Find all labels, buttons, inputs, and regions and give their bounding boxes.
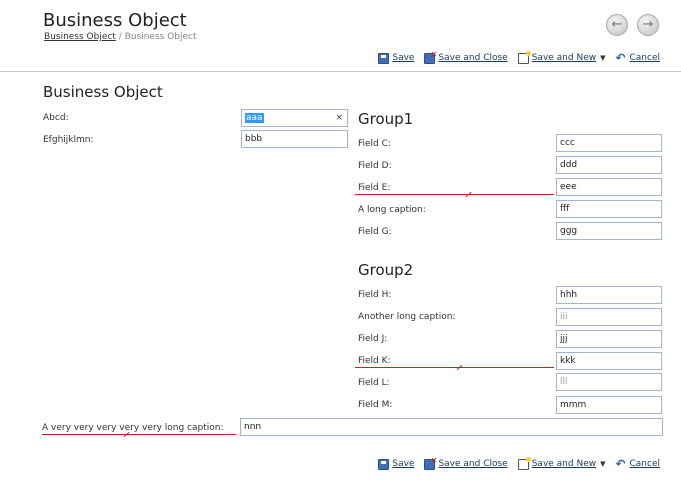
- field-label: Field H:: [358, 290, 392, 300]
- clear-icon[interactable]: ×: [335, 110, 343, 126]
- validation-underline: [355, 194, 554, 195]
- field-l-input[interactable]: lll: [556, 373, 662, 391]
- floppy-disk-icon: [378, 458, 390, 470]
- field-j-input[interactable]: jjj: [556, 330, 662, 348]
- bottom-toolbar: Save Save and Close Save and New ▼ ↶ Can…: [378, 456, 661, 471]
- header-divider: [0, 71, 681, 72]
- save-and-new-button[interactable]: Save and New: [517, 456, 596, 470]
- page-title: Business Object: [43, 10, 187, 31]
- save-button[interactable]: Save: [378, 52, 414, 64]
- arrow-right-circle-icon[interactable]: →: [637, 14, 659, 36]
- long-caption-input[interactable]: fff: [556, 200, 662, 218]
- field-label: A very very very very very long caption:: [42, 423, 224, 433]
- another-long-caption-input[interactable]: iii: [556, 308, 662, 326]
- field-d-input[interactable]: ddd: [556, 156, 662, 174]
- field-label: Field M:: [358, 400, 393, 410]
- field-label: Field J:: [358, 334, 388, 344]
- field-label: A long caption:: [358, 205, 426, 215]
- field-label: Efghijklmn:: [43, 135, 94, 145]
- validation-underline: [42, 434, 236, 435]
- save-and-close-button[interactable]: Save and Close: [424, 456, 508, 470]
- field-g-input[interactable]: ggg: [556, 222, 662, 240]
- field-label: Field D:: [358, 161, 392, 171]
- field-m-input[interactable]: mmm: [556, 396, 662, 414]
- field-label: Abcd:: [43, 113, 69, 123]
- breadcrumb: Business Object / Business Object: [44, 32, 197, 42]
- cancel-button[interactable]: ↶ Cancel: [615, 456, 661, 471]
- field-label: Field K:: [358, 356, 391, 366]
- field-e-input[interactable]: eee: [556, 178, 662, 196]
- arrow-left-circle-icon[interactable]: ←: [606, 14, 628, 36]
- save-close-icon: [424, 50, 437, 64]
- section-title: Business Object: [43, 83, 163, 101]
- cancel-button[interactable]: ↶ Cancel: [615, 50, 661, 65]
- selected-text: aaa: [245, 113, 264, 123]
- top-toolbar: Save Save and Close Save and New ▼ ↶ Can…: [378, 50, 661, 65]
- field-label: Another long caption:: [358, 312, 456, 322]
- field-h-input[interactable]: hhh: [556, 286, 662, 304]
- field-label: Field L:: [358, 378, 390, 388]
- breadcrumb-link[interactable]: Business Object: [44, 32, 116, 42]
- field-k-input[interactable]: kkk: [556, 352, 662, 370]
- efghijklmn-input[interactable]: bbb: [241, 130, 348, 148]
- breadcrumb-separator: /: [118, 32, 122, 42]
- chevron-down-icon[interactable]: ▼: [600, 54, 605, 62]
- chevron-down-icon[interactable]: ▼: [600, 460, 605, 468]
- undo-arrow-icon: ↶: [615, 456, 626, 471]
- long-caption-input-wide[interactable]: nnn: [240, 418, 663, 436]
- field-c-input[interactable]: ccc: [556, 134, 662, 152]
- field-label: Field E:: [358, 183, 391, 193]
- field-label: Field C:: [358, 139, 391, 149]
- breadcrumb-current: Business Object: [124, 32, 197, 42]
- save-button[interactable]: Save: [378, 458, 414, 470]
- save-and-close-button[interactable]: Save and Close: [424, 50, 508, 64]
- undo-arrow-icon: ↶: [615, 50, 626, 65]
- group2-title: Group2: [358, 261, 414, 279]
- field-label: Field G:: [358, 227, 392, 237]
- save-close-icon: [424, 456, 437, 470]
- new-document-icon: [517, 50, 531, 64]
- group1-title: Group1: [358, 110, 414, 128]
- new-document-icon: [517, 456, 531, 470]
- validation-underline: [355, 367, 554, 368]
- abcd-input[interactable]: aaa ×: [241, 109, 348, 127]
- floppy-disk-icon: [378, 52, 390, 64]
- save-and-new-button[interactable]: Save and New: [517, 50, 596, 64]
